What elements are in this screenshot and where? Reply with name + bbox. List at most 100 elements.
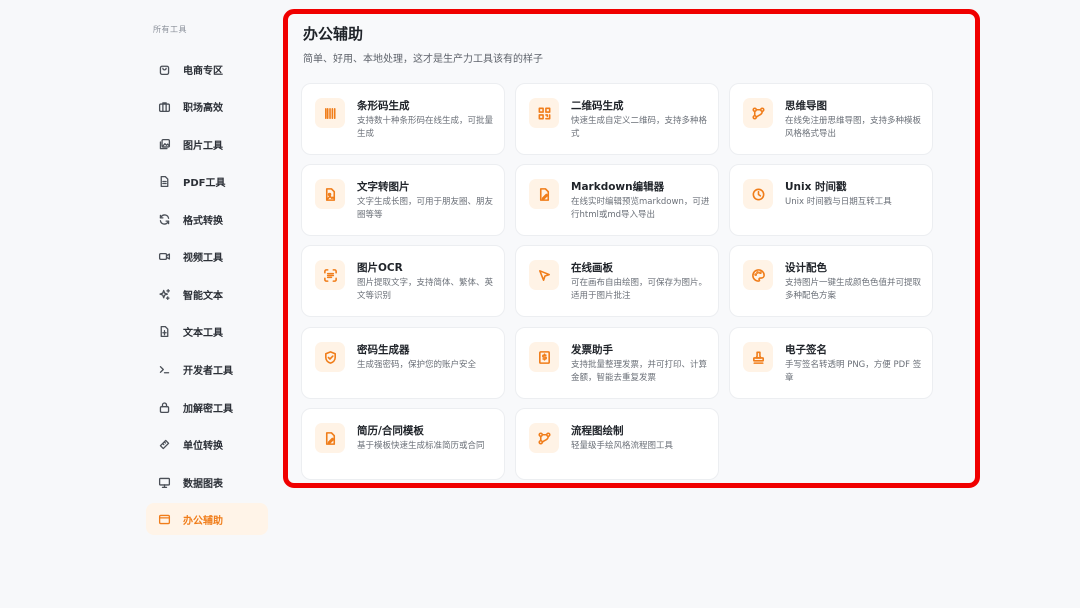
refresh-icon [157, 212, 171, 226]
sidebar-item-label: 图片工具 [183, 140, 223, 152]
sidebar-item-label: 数据图表 [183, 478, 223, 490]
sidebar-item-video[interactable]: 视频工具 [146, 240, 268, 272]
main-panel: 办公辅助 简单、好用、本地处理，这才是生产力工具该有的样子 条形码生成 支持数十… [283, 9, 980, 488]
tool-card-flowchart[interactable]: 流程图绘制 轻量级手绘风格流程图工具 [515, 408, 719, 480]
clock-icon [743, 179, 773, 209]
stamp-icon [743, 342, 773, 372]
sidebar-item-label: 智能文本 [183, 290, 223, 302]
sidebar-item-label: 职场高效 [183, 102, 223, 114]
card-title: 二维码生成 [571, 100, 624, 112]
sidebar-item-label: 视频工具 [183, 252, 223, 264]
card-description: 支持数十种条形码在线生成，可批量生成 [357, 116, 494, 139]
mindmap-icon [743, 98, 773, 128]
tool-card-qrcode[interactable]: 二维码生成 快速生成自定义二维码，支持多种格式 [515, 83, 719, 155]
page-subtitle: 简单、好用、本地处理，这才是生产力工具该有的样子 [303, 54, 543, 65]
card-description: 在线免注册思维导图，支持多种模板风格格式导出 [785, 116, 922, 139]
sidebar-item-format-convert[interactable]: 格式转换 [146, 203, 268, 235]
card-description: 生成强密码，保护您的账户安全 [357, 360, 477, 370]
card-title: 电子签名 [785, 344, 827, 356]
card-description: 在线实时编辑预览markdown，可进行html或md导入导出 [571, 197, 710, 220]
tool-card-barcode[interactable]: 条形码生成 支持数十种条形码在线生成，可批量生成 [301, 83, 505, 155]
sidebar-item-images[interactable]: 图片工具 [146, 128, 268, 160]
card-description: Unix 时间戳与日期互转工具 [785, 197, 892, 207]
sidebar-item-office[interactable]: 办公辅助 [146, 503, 268, 535]
sidebar: 所有工具 电商专区 职场高效 图片工具 PDF工具 格式转换 视频工具 智能文本… [140, 16, 272, 576]
file-edit-icon [529, 179, 559, 209]
card-title: Unix 时间戳 [785, 181, 847, 193]
browser-window-icon [157, 512, 171, 526]
qrcode-icon [529, 98, 559, 128]
sidebar-item-encryption[interactable]: 加解密工具 [146, 391, 268, 423]
tool-card-invoice[interactable]: 发票助手 支持批量整理发票，并可打印、计算金额，智能去重复发票 [515, 327, 719, 399]
tool-card-markdown[interactable]: Markdown编辑器 在线实时编辑预览markdown，可进行html或md导… [515, 164, 719, 236]
file-image-icon [315, 179, 345, 209]
sidebar-item-label: 格式转换 [183, 215, 223, 227]
card-title: 流程图绘制 [571, 425, 624, 437]
card-title: 在线画板 [571, 262, 613, 274]
sidebar-item-label: 办公辅助 [183, 515, 223, 527]
lock-icon [157, 400, 171, 414]
card-title: 发票助手 [571, 344, 613, 356]
sidebar-item-text-tools[interactable]: 文本工具 [146, 315, 268, 347]
page-title: 办公辅助 [303, 25, 364, 43]
card-description: 文字生成长图，可用于朋友圈、朋友圈等等 [357, 197, 494, 220]
tool-card-resume-template[interactable]: 简历/合同模板 基于模板快速生成标准简历或合同 [301, 408, 505, 480]
card-description: 基于模板快速生成标准简历或合同 [357, 441, 485, 451]
sparkles-icon [157, 287, 171, 301]
sidebar-item-label: 文本工具 [183, 327, 223, 339]
video-camera-icon [157, 249, 171, 263]
sidebar-item-label: 电商专区 [183, 65, 223, 77]
tool-card-text-to-image[interactable]: 文字转图片 文字生成长图，可用于朋友圈、朋友圈等等 [301, 164, 505, 236]
card-title: 文字转图片 [357, 181, 410, 193]
tool-card-color-design[interactable]: 设计配色 支持图片一键生成颜色色值并可提取多种配色方案 [729, 245, 933, 317]
palette-icon [743, 260, 773, 290]
card-title: Markdown编辑器 [571, 181, 665, 193]
sidebar-item-label: PDF工具 [183, 177, 226, 189]
card-description: 支持图片一键生成颜色色值并可提取多种配色方案 [785, 278, 922, 301]
briefcase-icon [157, 99, 171, 113]
tool-card-image-ocr[interactable]: 图片OCR 图片提取文字，支持简体、繁体、英文等识别 [301, 245, 505, 317]
barcode-icon [315, 98, 345, 128]
terminal-icon [157, 362, 171, 376]
sidebar-item-smart-text[interactable]: 智能文本 [146, 278, 268, 310]
cursor-pointer-icon [529, 260, 559, 290]
tool-card-password-generator[interactable]: 密码生成器 生成强密码，保护您的账户安全 [301, 327, 505, 399]
card-title: 设计配色 [785, 262, 827, 274]
card-title: 图片OCR [357, 262, 403, 274]
card-description: 可在画布自由绘图，可保存为图片。适用于图片批注 [571, 278, 708, 301]
sidebar-item-pdf[interactable]: PDF工具 [146, 165, 268, 197]
file-text-icon [157, 324, 171, 338]
sidebar-item-label: 加解密工具 [183, 403, 233, 415]
card-description: 支持批量整理发票，并可打印、计算金额，智能去重复发票 [571, 360, 708, 383]
sidebar-item-ecommerce[interactable]: 电商专区 [146, 53, 268, 85]
card-description: 图片提取文字，支持简体、繁体、英文等识别 [357, 278, 494, 301]
sidebar-heading: 所有工具 [153, 25, 187, 34]
scan-text-icon [315, 260, 345, 290]
invoice-icon [529, 342, 559, 372]
card-description: 手写签名转透明 PNG，方便 PDF 签章 [785, 360, 922, 383]
card-title: 密码生成器 [357, 344, 410, 356]
tool-card-whiteboard[interactable]: 在线画板 可在画布自由绘图，可保存为图片。适用于图片批注 [515, 245, 719, 317]
shopping-bag-icon [157, 62, 171, 76]
shield-check-icon [315, 342, 345, 372]
document-icon [157, 174, 171, 188]
mindmap-icon [529, 423, 559, 453]
sidebar-item-label: 单位转换 [183, 440, 223, 452]
sidebar-item-data-charts[interactable]: 数据图表 [146, 466, 268, 498]
ruler-icon [157, 437, 171, 451]
images-icon [157, 137, 171, 151]
card-title: 条形码生成 [357, 100, 410, 112]
sidebar-item-unit-convert[interactable]: 单位转换 [146, 428, 268, 460]
tool-card-mindmap[interactable]: 思维导图 在线免注册思维导图，支持多种模板风格格式导出 [729, 83, 933, 155]
tool-card-unix-timestamp[interactable]: Unix 时间戳 Unix 时间戳与日期互转工具 [729, 164, 933, 236]
card-title: 简历/合同模板 [357, 425, 424, 437]
file-edit-icon [315, 423, 345, 453]
card-description: 快速生成自定义二维码，支持多种格式 [571, 116, 708, 139]
sidebar-item-developer[interactable]: 开发者工具 [146, 353, 268, 385]
sidebar-item-label: 开发者工具 [183, 365, 233, 377]
sidebar-item-workplace[interactable]: 职场高效 [146, 90, 268, 122]
card-description: 轻量级手绘风格流程图工具 [571, 441, 674, 451]
tool-card-e-signature[interactable]: 电子签名 手写签名转透明 PNG，方便 PDF 签章 [729, 327, 933, 399]
card-title: 思维导图 [785, 100, 827, 112]
presentation-icon [157, 475, 171, 489]
